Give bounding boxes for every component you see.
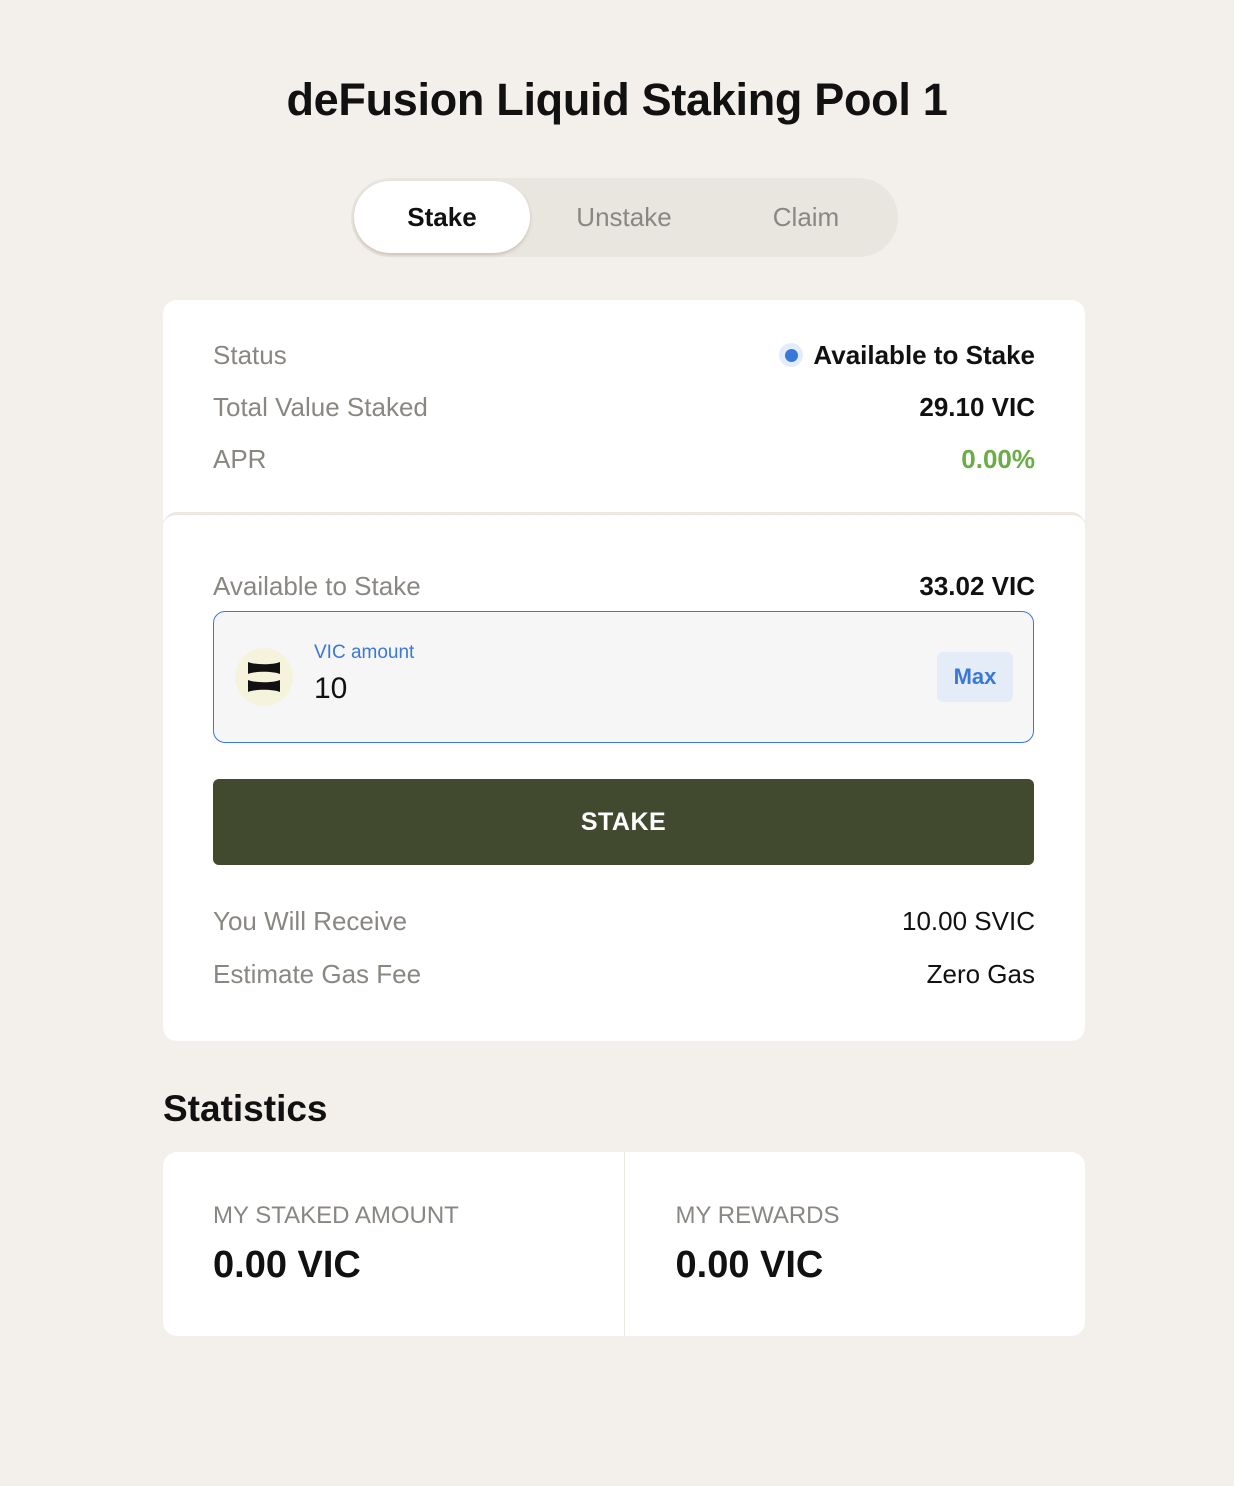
tab-unstake[interactable]: Unstake xyxy=(536,181,712,253)
page-title: deFusion Liquid Staking Pool 1 xyxy=(286,74,948,125)
stat-value: 0.00 VIC xyxy=(675,1244,824,1286)
tvs-row: Total Value Staked 29.10 VIC xyxy=(213,390,1035,424)
pool-info-card: Status Available to Stake Total Value St… xyxy=(163,300,1085,530)
status-label: Status xyxy=(213,339,287,370)
vic-token-icon xyxy=(235,648,293,706)
apr-label: APR xyxy=(213,443,267,474)
amount-input[interactable]: 10 xyxy=(314,672,347,706)
tab-stake[interactable]: Stake xyxy=(354,181,530,253)
available-row: Available to Stake 33.02 VIC xyxy=(213,569,1035,603)
max-button[interactable]: Max xyxy=(937,652,1013,702)
available-label: Available to Stake xyxy=(213,570,421,601)
apr-value: 0.00% xyxy=(961,443,1035,474)
stake-form-card: Available to Stake 33.02 VIC VIC amount … xyxy=(163,512,1085,1041)
statistics-card: MY STAKED AMOUNT 0.00 VIC MY REWARDS 0.0… xyxy=(163,1152,1085,1336)
gas-row: Estimate Gas Fee Zero Gas xyxy=(213,957,1035,991)
tvs-value: 29.10 VIC xyxy=(919,391,1035,422)
stat-staked-amount: MY STAKED AMOUNT 0.00 VIC xyxy=(163,1152,624,1336)
statistics-heading: Statistics xyxy=(163,1088,328,1129)
receive-value: 10.00 SVIC xyxy=(902,905,1035,936)
amount-label: VIC amount xyxy=(314,642,415,663)
available-value: 33.02 VIC xyxy=(919,570,1035,601)
status-row: Status Available to Stake xyxy=(213,338,1035,372)
tab-claim[interactable]: Claim xyxy=(718,181,894,253)
receive-label: You Will Receive xyxy=(213,905,408,936)
stat-value: 0.00 VIC xyxy=(213,1244,361,1286)
stat-label: MY REWARDS xyxy=(675,1202,840,1229)
apr-row: APR 0.00% xyxy=(213,442,1035,476)
receive-row: You Will Receive 10.00 SVIC xyxy=(213,904,1035,938)
status-value: Available to Stake xyxy=(779,340,1035,371)
stake-button[interactable]: STAKE xyxy=(213,779,1034,865)
gas-value: Zero Gas xyxy=(926,958,1035,989)
status-dot-icon xyxy=(779,343,804,367)
tvs-label: Total Value Staked xyxy=(213,391,428,422)
tab-bar: Stake Unstake Claim xyxy=(351,178,898,257)
amount-input-box[interactable]: VIC amount 10 Max xyxy=(213,611,1034,743)
status-text: Available to Stake xyxy=(813,339,1035,370)
stat-label: MY STAKED AMOUNT xyxy=(213,1202,459,1229)
stat-rewards: MY REWARDS 0.00 VIC xyxy=(623,1152,1086,1336)
gas-label: Estimate Gas Fee xyxy=(213,958,422,989)
